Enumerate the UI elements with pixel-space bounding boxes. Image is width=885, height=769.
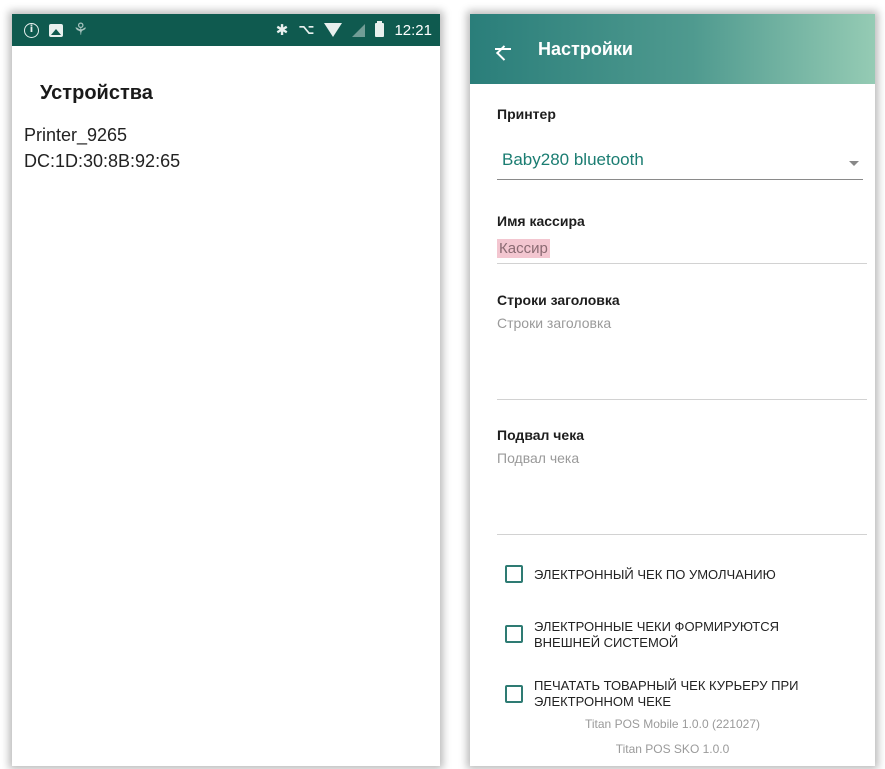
- wifi-icon: [324, 23, 343, 37]
- app-bar: Настройки: [470, 14, 875, 84]
- app-bar-title: Настройки: [538, 38, 633, 59]
- info-icon: i: [24, 22, 39, 38]
- device-mac-address: DC:1D:30:8B:92:65: [24, 151, 181, 171]
- checkbox-label: ПЕЧАТАТЬ ТОВАРНЫЙ ЧЕК КУРЬЕРУ ПРИ ЭЛЕКТР…: [534, 678, 799, 706]
- checkbox-label: ЭЛЕКТРОННЫЙ ЧЕК ПО УМОЛЧАНИЮ: [534, 567, 776, 582]
- cashier-name-label: Имя кассира: [497, 213, 585, 229]
- device-list-item[interactable]: Printer_9265 DC:1D:30:8B:92:65: [24, 122, 180, 174]
- status-bar-right-icons: ✱ ⌥ 12:21: [275, 20, 432, 39]
- image-icon: [49, 23, 63, 37]
- dropdown-arrow-icon: [849, 161, 859, 166]
- status-bar-left-icons: i ⚘: [24, 19, 89, 40]
- cashier-name-value: Кассир: [497, 239, 550, 258]
- checkbox-default-e-receipt[interactable]: ЭЛЕКТРОННЫЙ ЧЕК ПО УМОЛЧАНИЮ: [505, 565, 776, 583]
- checkbox[interactable]: [505, 625, 523, 643]
- receipt-footer-label: Подвал чека: [497, 427, 585, 443]
- settings-screen: Настройки Принтер Baby280 bluetooth Имя …: [470, 14, 875, 766]
- app-version-text: Titan POS Mobile 1.0.0 (221027): [585, 717, 760, 731]
- header-lines-label: Строки заголовка: [497, 292, 620, 308]
- checkbox-label: ЭЛЕКТРОННЫЕ ЧЕКИ ФОРМИРУЮТСЯ ВНЕШНЕЙ СИС…: [534, 619, 780, 650]
- cashier-name-field[interactable]: Кассир: [497, 239, 867, 264]
- printer-label: Принтер: [497, 106, 556, 122]
- devices-screen: i ⚘ ✱ ⌥ 12:21 Устройства Printer_9265 DC…: [12, 14, 440, 766]
- arrow-back-icon[interactable]: [492, 38, 514, 60]
- receipt-footer-placeholder: Подвал чека: [497, 450, 580, 466]
- checkbox[interactable]: [505, 565, 523, 583]
- device-name: Printer_9265: [24, 125, 128, 145]
- vpn-key-icon: ⌥: [298, 22, 315, 38]
- header-lines-field[interactable]: Строки заголовка: [497, 315, 867, 400]
- header-lines-placeholder: Строки заголовка: [497, 315, 612, 331]
- checkbox-print-courier-receipt[interactable]: ПЕЧАТАТЬ ТОВАРНЫЙ ЧЕК КУРЬЕРУ ПРИ ЭЛЕКТР…: [505, 678, 835, 706]
- printer-selected-value: Baby280 bluetooth: [502, 150, 644, 169]
- scroll-clip: ПЕЧАТАТЬ ТОВАРНЫЙ ЧЕК КУРЬЕРУ ПРИ ЭЛЕКТР…: [470, 674, 875, 706]
- battery-icon: [375, 21, 385, 37]
- fingerprint-icon: ⚘: [73, 19, 89, 40]
- bluetooth-icon: ✱: [275, 20, 289, 39]
- sko-version-text: Titan POS SKO 1.0.0: [615, 742, 730, 756]
- checkbox-external-system-e-receipts[interactable]: ЭЛЕКТРОННЫЕ ЧЕКИ ФОРМИРУЮТСЯ ВНЕШНЕЙ СИС…: [505, 619, 835, 651]
- receipt-footer-field[interactable]: Подвал чека: [497, 450, 867, 535]
- signal-icon: [352, 23, 366, 37]
- checkbox[interactable]: [505, 685, 523, 703]
- status-bar: i ⚘ ✱ ⌥ 12:21: [12, 14, 440, 46]
- page-title: Устройства: [40, 82, 153, 104]
- status-time: 12:21: [394, 21, 432, 39]
- printer-dropdown[interactable]: Baby280 bluetooth: [497, 148, 863, 180]
